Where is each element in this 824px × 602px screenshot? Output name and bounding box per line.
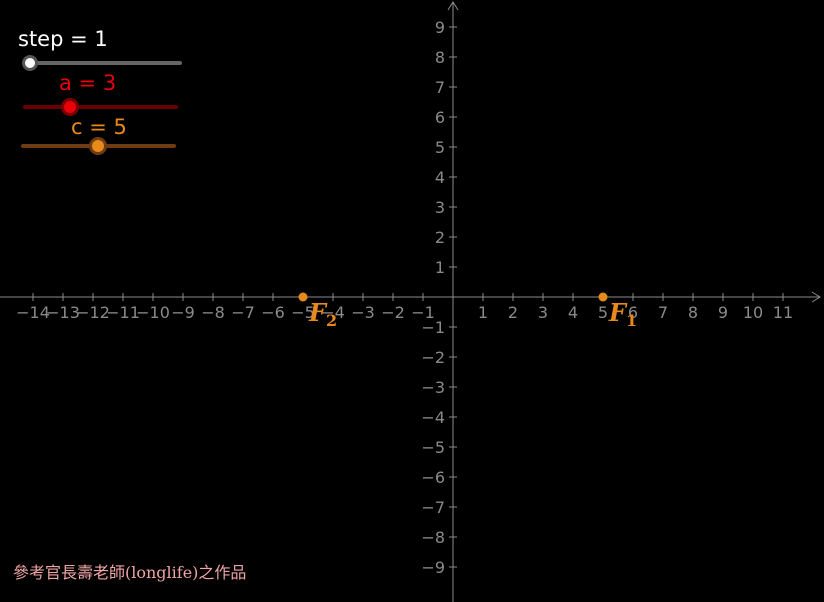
x-tick-label: 10: [743, 303, 763, 322]
y-tick-label: 6: [435, 108, 445, 127]
point-label-f2: F2: [309, 298, 338, 330]
y-tick-label: −9: [421, 558, 445, 577]
y-tick-label: 1: [435, 258, 445, 277]
c-slider-label: c = 5: [71, 115, 127, 139]
x-tick-label: 4: [568, 303, 578, 322]
x-tick-label: 1: [478, 303, 488, 322]
x-tick-label: −7: [231, 303, 255, 322]
point-f2[interactable]: [298, 292, 308, 302]
x-tick-label: −11: [106, 303, 140, 322]
x-tick-label: −13: [46, 303, 80, 322]
x-tick-label: −8: [201, 303, 225, 322]
step-slider-track[interactable]: [28, 61, 182, 65]
y-tick-label: −2: [421, 348, 445, 367]
point-f1[interactable]: [598, 292, 608, 302]
y-tick-label: 8: [435, 48, 445, 67]
credit-text: 參考官長壽老師(longlife)之作品: [13, 563, 247, 582]
a-slider-track[interactable]: [23, 105, 178, 109]
x-tick-label: 5: [598, 303, 608, 322]
x-tick-label: 7: [658, 303, 668, 322]
y-tick-label: 4: [435, 168, 445, 187]
y-tick-label: −1: [421, 318, 445, 337]
x-tick-label: 3: [538, 303, 548, 322]
y-tick-label: 3: [435, 198, 445, 217]
x-tick-label: 11: [773, 303, 793, 322]
c-slider-handle[interactable]: [89, 137, 107, 155]
a-slider-label: a = 3: [59, 71, 117, 95]
y-tick-label: 2: [435, 228, 445, 247]
x-tick-label: −9: [171, 303, 195, 322]
point-label-f1: F1: [609, 298, 638, 330]
x-tick-label: −14: [16, 303, 50, 322]
step-slider-handle[interactable]: [22, 55, 38, 71]
graph-canvas[interactable]: −14−13−12−11−10 −9 −8 −7 −6 −5 −4 −3 −2 −1 1 2 3 4 5 6 7…: [0, 0, 824, 602]
x-tick-label: 9: [718, 303, 728, 322]
y-tick-label: −4: [421, 408, 445, 427]
y-tick-label: 5: [435, 138, 445, 157]
y-tick-label: −3: [421, 378, 445, 397]
x-tick-label: 2: [508, 303, 518, 322]
x-tick-label: −12: [76, 303, 110, 322]
y-tick-label: −5: [421, 438, 445, 457]
x-tick-label: −2: [381, 303, 405, 322]
x-tick-label: 8: [688, 303, 698, 322]
y-tick-label: 9: [435, 18, 445, 37]
x-tick-label: −10: [136, 303, 170, 322]
y-tick-label: −7: [421, 498, 445, 517]
y-tick-label: −8: [421, 528, 445, 547]
coordinate-axes: [0, 1, 821, 602]
x-tick-label: −3: [351, 303, 375, 322]
y-tick-label: 7: [435, 78, 445, 97]
y-tick-label: −6: [421, 468, 445, 487]
a-slider-handle[interactable]: [61, 98, 79, 116]
x-tick-label: −6: [261, 303, 285, 322]
step-slider-label: step = 1: [18, 27, 108, 51]
